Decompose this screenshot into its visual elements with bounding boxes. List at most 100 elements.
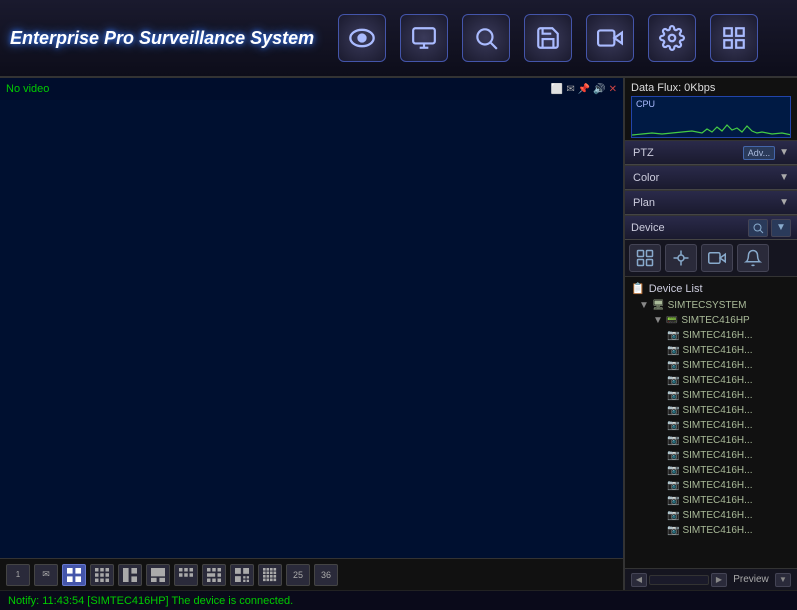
device-tool-camera[interactable]	[701, 244, 733, 272]
camera-icon-1: 📷	[667, 330, 679, 341]
view-btn-1[interactable]: 1	[6, 564, 30, 586]
cpu-graph: CPU	[631, 96, 791, 138]
tree-item-ch1[interactable]: 📷 SIMTEC416H...	[625, 328, 797, 343]
view-btn-9[interactable]	[90, 564, 114, 586]
tree-item-ch13[interactable]: 📷 SIMTEC416H...	[625, 508, 797, 523]
plan-title: Plan	[633, 197, 655, 209]
view-btn-25[interactable]: 25	[286, 564, 310, 586]
tree-dvr-icon: 📟	[666, 315, 678, 326]
camera-icon-2: 📷	[667, 345, 679, 356]
tree-item-ch2[interactable]: 📷 SIMTEC416H...	[625, 343, 797, 358]
video-icon-1[interactable]: ⬜	[551, 84, 563, 95]
header: Enterprise Pro Surveillance System	[0, 0, 797, 78]
color-title: Color	[633, 172, 659, 184]
tree-item-ch11[interactable]: 📷 SIMTEC416H...	[625, 478, 797, 493]
view-btn-left-right[interactable]	[118, 564, 142, 586]
tree-item-ch14[interactable]: 📷 SIMTEC416H...	[625, 523, 797, 538]
view-btn-16[interactable]	[258, 564, 282, 586]
toolbar-btn-save[interactable]	[524, 14, 572, 62]
view-btn-4[interactable]	[62, 564, 86, 586]
view-btn-36[interactable]: 36	[314, 564, 338, 586]
view-btn-split[interactable]	[230, 564, 254, 586]
camera-icon-10: 📷	[667, 465, 679, 476]
device-title: Device	[631, 222, 665, 234]
tree-item-ch4[interactable]: 📷 SIMTEC416H...	[625, 373, 797, 388]
device-list-label: Device List	[649, 283, 703, 295]
device-tree[interactable]: 📋 Device List ▼ 🖥 SIMTECSYSTEM ▼ 📟 SIMTE…	[625, 277, 797, 568]
camera-icon-14: 📷	[667, 525, 679, 536]
scroll-left-btn[interactable]: ◀	[631, 573, 647, 587]
video-bottom-bar: 1 ✉	[0, 558, 623, 590]
ptz-arrow-icon: ▼	[779, 147, 789, 158]
data-flux-title: Data Flux: 0Kbps	[631, 82, 791, 94]
tree-item-ch12[interactable]: 📷 SIMTEC416H...	[625, 493, 797, 508]
device-header: Device ▼	[625, 216, 797, 240]
camera-icon-7: 📷	[667, 420, 679, 431]
tree-item-system[interactable]: ▼ 🖥 SIMTECSYSTEM	[625, 298, 797, 313]
tree-item-ch10[interactable]: 📷 SIMTEC416H...	[625, 463, 797, 478]
view-btn-big-top[interactable]	[146, 564, 170, 586]
tree-item-dvr[interactable]: ▼ 📟 SIMTEC416HP	[625, 313, 797, 328]
device-header-icons: ▼	[748, 219, 791, 237]
device-tool-alarm[interactable]	[737, 244, 769, 272]
toolbar-btn-grid[interactable]	[710, 14, 758, 62]
tree-item-ch7[interactable]: 📷 SIMTEC416H...	[625, 418, 797, 433]
preview-scroll-controls: ◀ ▶	[631, 573, 727, 587]
toolbar-btn-monitor[interactable]	[400, 14, 448, 62]
preview-section: ◀ ▶ Preview ▼	[625, 568, 797, 590]
ptz-header[interactable]: PTZ Adv... ▼	[625, 141, 797, 165]
tree-item-ch6[interactable]: 📷 SIMTEC416H...	[625, 403, 797, 418]
color-arrow-icon: ▼	[779, 172, 789, 183]
toolbar-btn-settings[interactable]	[648, 14, 696, 62]
tree-item-ch9[interactable]: 📷 SIMTEC416H...	[625, 448, 797, 463]
no-video-label: No video	[6, 83, 49, 95]
view-btn-wide[interactable]	[202, 564, 226, 586]
toolbar-btn-camera[interactable]	[586, 14, 634, 62]
scroll-right-btn[interactable]: ▶	[711, 573, 727, 587]
ptz-title: PTZ	[633, 147, 654, 159]
color-header[interactable]: Color ▼	[625, 166, 797, 190]
camera-icon-4: 📷	[667, 375, 679, 386]
camera-icon-5: 📷	[667, 390, 679, 401]
device-toolbar	[625, 240, 797, 277]
preview-label: Preview	[733, 574, 769, 585]
view-btn-grid2[interactable]	[174, 564, 198, 586]
toolbar-btn-search[interactable]	[462, 14, 510, 62]
view-btn-msg[interactable]: ✉	[34, 564, 58, 586]
toolbar-btn-eye[interactable]	[338, 14, 386, 62]
device-tool-monitor[interactable]	[629, 244, 661, 272]
camera-icon-9: 📷	[667, 450, 679, 461]
camera-icon-12: 📷	[667, 495, 679, 506]
video-icons: ⬜ ✉ 📌 🔊 ✕	[551, 84, 617, 95]
plan-header[interactable]: Plan ▼	[625, 191, 797, 215]
device-expand-btn[interactable]: ▼	[771, 219, 791, 237]
video-icon-2[interactable]: ✉	[566, 84, 574, 95]
video-area: No video ⬜ ✉ 📌 🔊 ✕ 1 ✉	[0, 78, 625, 590]
device-list-header: 📋 Device List	[625, 279, 797, 298]
video-top-bar: No video ⬜ ✉ 📌 🔊 ✕	[0, 78, 623, 100]
ptz-adv[interactable]: Adv...	[743, 146, 775, 160]
device-search-btn[interactable]	[748, 219, 768, 237]
notify-bar: Notify: 11:43:54 [SIMTEC416HP] The devic…	[0, 590, 797, 610]
right-panel: Data Flux: 0Kbps CPU PTZ Adv... ▼ Color	[625, 78, 797, 590]
video-icon-3[interactable]: 📌	[578, 84, 590, 95]
preview-scrollbar[interactable]	[649, 575, 709, 585]
tree-item-ch8[interactable]: 📷 SIMTEC416H...	[625, 433, 797, 448]
data-flux-section: Data Flux: 0Kbps CPU	[625, 78, 797, 141]
color-section: Color ▼	[625, 166, 797, 191]
video-close-icon[interactable]: ✕	[609, 84, 617, 95]
video-icon-4[interactable]: 🔊	[593, 84, 605, 95]
preview-arrow-btn[interactable]: ▼	[775, 573, 791, 587]
tree-item-ch5[interactable]: 📷 SIMTEC416H...	[625, 388, 797, 403]
tree-dvr-expand-icon: ▼	[653, 315, 663, 326]
tree-item-ch3[interactable]: 📷 SIMTEC416H...	[625, 358, 797, 373]
device-tool-ptz[interactable]	[665, 244, 697, 272]
tree-system-icon: 🖥	[652, 300, 665, 311]
tree-expand-icon: ▼	[639, 300, 649, 311]
camera-icon-11: 📷	[667, 480, 679, 491]
camera-icon-13: 📷	[667, 510, 679, 521]
main-area: No video ⬜ ✉ 📌 🔊 ✕ 1 ✉	[0, 78, 797, 590]
camera-icon-6: 📷	[667, 405, 679, 416]
device-list-icon: 📋	[631, 282, 645, 295]
app-title: Enterprise Pro Surveillance System	[10, 28, 314, 49]
